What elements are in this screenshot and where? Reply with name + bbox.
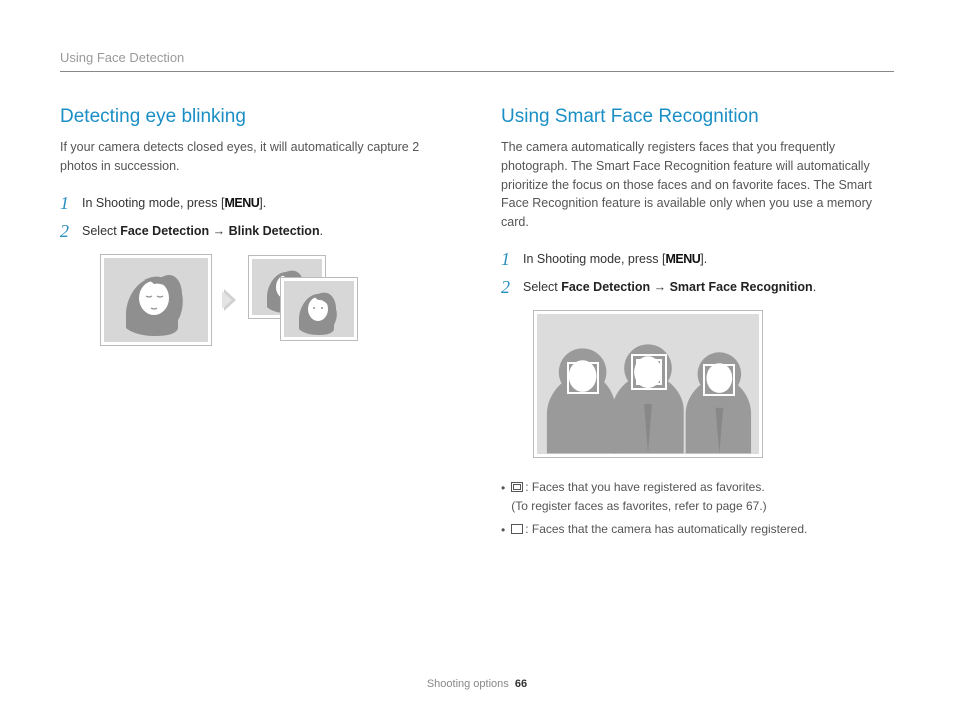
- menu-path-item: Face Detection: [561, 280, 650, 294]
- step-number-icon: 1: [60, 194, 74, 212]
- intro-smart: The camera automatically registers faces…: [501, 138, 894, 232]
- face-rect-double-icon: [631, 354, 667, 390]
- text-fragment: : Faces that you have registered as favo…: [525, 480, 764, 494]
- text-fragment: ].: [700, 252, 707, 266]
- right-column: Using Smart Face Recognition The camera …: [501, 106, 894, 544]
- face-rect-single-icon: [567, 362, 599, 394]
- menu-path-item: Face Detection: [120, 224, 209, 238]
- text-fragment: .: [813, 280, 816, 294]
- legend-text: : Faces that the camera has automaticall…: [511, 520, 807, 540]
- text-fragment: In Shooting mode, press [: [82, 196, 224, 210]
- photo-stack: [248, 255, 358, 345]
- page-footer: Shooting options 66: [0, 678, 954, 690]
- arrow-icon: →: [650, 280, 669, 294]
- step-1-left-text: In Shooting mode, press [MENU].: [82, 194, 266, 210]
- text-fragment: Select: [82, 224, 120, 238]
- portrait-icon: [284, 281, 354, 337]
- group-photo-icon: [537, 314, 759, 454]
- menu-button-label: MENU: [224, 196, 259, 210]
- breadcrumb: Using Face Detection: [60, 50, 894, 72]
- step-2-left: 2 Select Face Detection → Blink Detectio…: [60, 222, 453, 240]
- arrow-icon: →: [209, 224, 228, 238]
- step-2-right: 2 Select Face Detection → Smart Face Rec…: [501, 278, 894, 296]
- legend-list: • : Faces that you have registered as fa…: [501, 478, 894, 541]
- content-columns: Detecting eye blinking If your camera de…: [60, 106, 894, 544]
- step-number-icon: 2: [60, 222, 74, 240]
- menu-button-label: MENU: [665, 252, 700, 266]
- section-title-smart: Using Smart Face Recognition: [501, 106, 894, 128]
- double-square-icon: [511, 482, 523, 492]
- step-1-left: 1 In Shooting mode, press [MENU].: [60, 194, 453, 212]
- step-1-right: 1 In Shooting mode, press [MENU].: [501, 250, 894, 268]
- bullet-icon: •: [501, 478, 505, 516]
- page-number: 66: [515, 678, 527, 690]
- section-title-blink: Detecting eye blinking: [60, 106, 453, 128]
- text-fragment: (To register faces as favorites, refer t…: [511, 499, 766, 513]
- legend-item-favorite: • : Faces that you have registered as fa…: [501, 478, 894, 516]
- legend-text: : Faces that you have registered as favo…: [511, 478, 766, 516]
- text-fragment: .: [320, 224, 323, 238]
- single-square-icon: [511, 524, 523, 534]
- photo-frame: [100, 254, 212, 346]
- step-2-left-text: Select Face Detection → Blink Detection.: [82, 222, 323, 238]
- text-fragment: In Shooting mode, press [: [523, 252, 665, 266]
- step-number-icon: 1: [501, 250, 515, 268]
- illustration-blink: [100, 254, 453, 346]
- illustration-group-frame: [533, 310, 763, 458]
- step-2-right-text: Select Face Detection → Smart Face Recog…: [523, 278, 816, 294]
- face-rect-single-icon: [703, 364, 735, 396]
- footer-section-label: Shooting options: [427, 678, 509, 690]
- step-1-right-text: In Shooting mode, press [MENU].: [523, 250, 707, 266]
- menu-path-item: Blink Detection: [229, 224, 320, 238]
- text-fragment: ].: [259, 196, 266, 210]
- portrait-closed-eyes-icon: [104, 258, 208, 342]
- legend-item-auto: • : Faces that the camera has automatica…: [501, 520, 894, 540]
- left-column: Detecting eye blinking If your camera de…: [60, 106, 453, 544]
- photo-frame: [280, 277, 358, 341]
- text-fragment: Select: [523, 280, 561, 294]
- intro-blink: If your camera detects closed eyes, it w…: [60, 138, 453, 176]
- chevron-right-icon: [222, 287, 238, 313]
- step-number-icon: 2: [501, 278, 515, 296]
- text-fragment: : Faces that the camera has automaticall…: [525, 522, 807, 536]
- menu-path-item: Smart Face Recognition: [670, 280, 813, 294]
- bullet-icon: •: [501, 520, 505, 540]
